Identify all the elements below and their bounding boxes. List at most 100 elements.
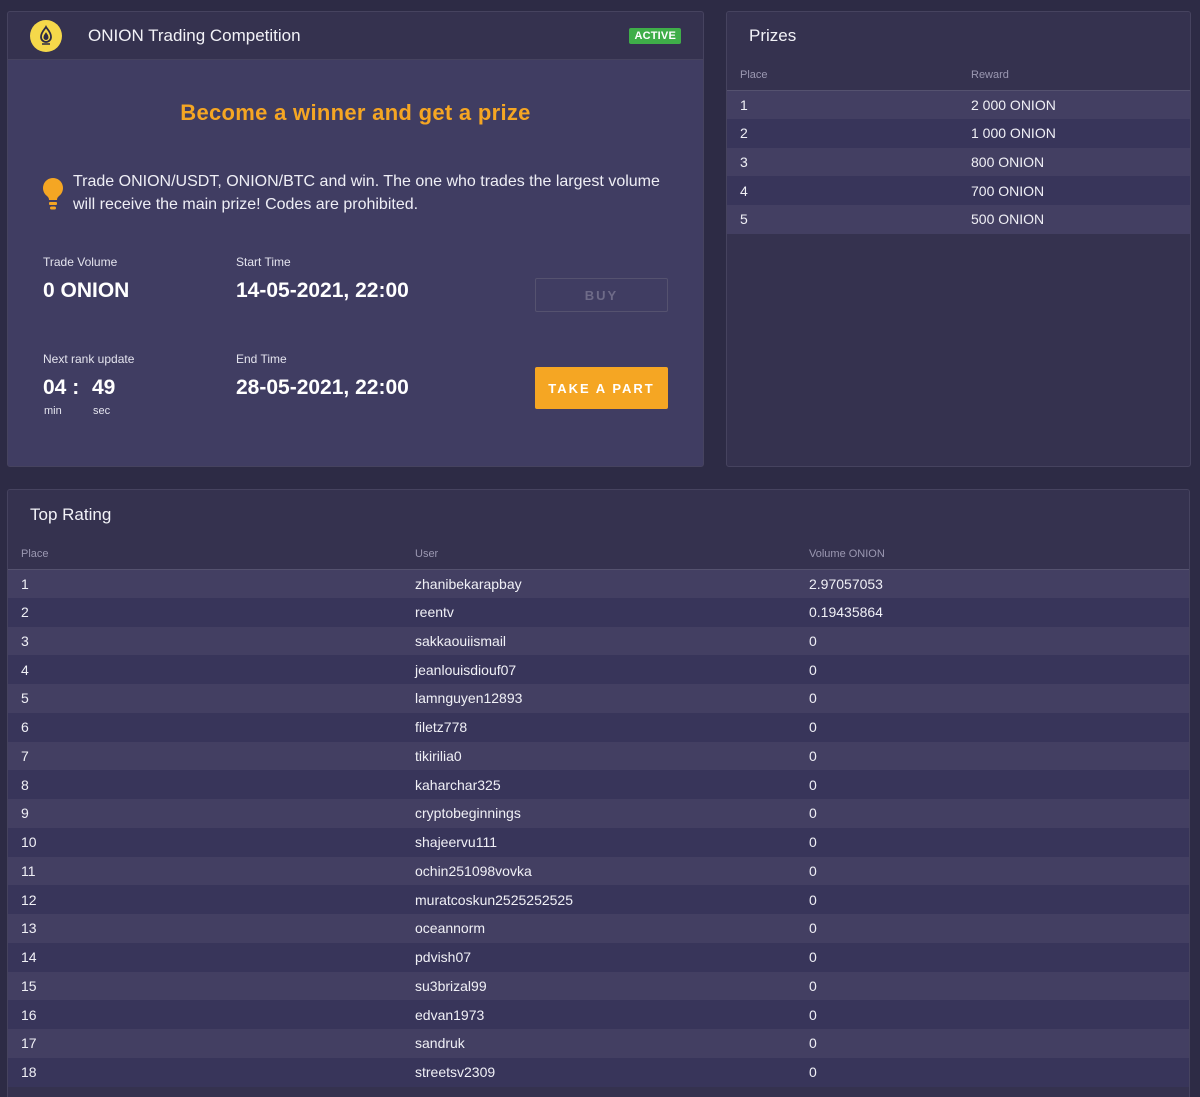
rating-user-cell: lamnguyen12893: [415, 684, 809, 713]
rating-row: 5 lamnguyen12893 0: [8, 684, 1189, 713]
prizes-header-row: Place Reward: [727, 60, 1190, 91]
rating-place-cell: 9: [8, 799, 415, 828]
rating-place-cell: 5: [8, 684, 415, 713]
prizes-panel: Prizes Place Reward 12 000 ONION 2 1 000 O…: [726, 11, 1191, 467]
rating-user-cell: streetsv2309: [415, 1057, 809, 1087]
prizes-table: Place Reward 12 000 ONION 2 1 000 ONION 3 80…: [727, 60, 1190, 234]
rating-user-cell: sakkaouiismail: [415, 626, 809, 656]
prizes-row: 4 700 ONION: [727, 176, 1190, 205]
prizes-col-reward: Reward: [971, 60, 1190, 91]
rating-user-cell: shajeervu111: [415, 827, 809, 857]
rating-user-cell: oceannorm: [415, 914, 809, 943]
rating-user-cell: filetz778: [415, 712, 809, 742]
competition-panel: ONION Trading Competition ACTIVE Become …: [7, 11, 704, 467]
rating-row: 13 oceannorm 0: [8, 914, 1189, 943]
rating-volume-cell: 0: [809, 1029, 1189, 1058]
start-time-label: Start Time: [236, 255, 291, 269]
take-part-button[interactable]: TAKE A PART: [535, 367, 668, 409]
headline: Become a winner and get a prize: [180, 100, 531, 125]
buy-button[interactable]: BUY: [535, 278, 668, 312]
rating-volume-cell: 0: [809, 799, 1189, 828]
rating-volume-cell: 0: [809, 942, 1189, 972]
rating-row: 18 streetsv2309 0: [8, 1057, 1189, 1087]
prizes-reward-cell: 2 000 ONION: [971, 90, 1190, 119]
seconds-unit: sec: [93, 405, 111, 417]
status-badge: ACTIVE: [629, 27, 681, 44]
prizes-title: Prizes: [749, 26, 797, 45]
rating-place-cell: 17: [8, 1029, 415, 1058]
rating-header-row: Place User Volume ONION: [8, 539, 1189, 570]
rating-row: 12 muratcoskun2525252525 0: [8, 885, 1189, 914]
prizes-place-cell: 4: [727, 176, 971, 205]
prizes-row: 5 500 ONION: [727, 205, 1190, 234]
prizes-place-cell: 1: [727, 90, 971, 119]
rating-volume-cell: 0: [809, 770, 1189, 799]
next-rank-label: Next rank update: [43, 352, 135, 366]
rating-row: 16 edvan1973 0: [8, 1000, 1189, 1029]
rating-user-cell: cryptobeginnings: [415, 799, 809, 828]
trade-volume-value: 0 ONION: [43, 279, 130, 302]
rating-place-cell: 2: [8, 597, 415, 627]
rating-volume-cell: 0: [809, 741, 1189, 771]
prizes-place-cell: 3: [727, 147, 971, 177]
trade-volume-label: Trade Volume: [43, 255, 118, 269]
rating-user-cell: zhanibekarapbay: [415, 569, 809, 598]
onion-logo-icon: [30, 19, 62, 52]
prizes-row: 21 000 ONION: [727, 118, 1190, 148]
rating-row: 9 cryptobeginnings 0: [8, 799, 1189, 828]
rating-row: 2 reentv 0.19435864: [8, 597, 1189, 627]
rating-volume-cell: 0: [809, 856, 1189, 886]
competition-title: ONION Trading Competition: [88, 25, 301, 45]
rating-place-cell: 14: [8, 942, 415, 972]
rating-user-cell: reentv: [415, 597, 809, 627]
rating-row: 11 ochin251098vovka 0: [8, 856, 1189, 886]
rating-volume-cell: 0: [809, 1000, 1189, 1029]
countdown-seconds: 49: [92, 376, 116, 399]
prizes-place-cell: 5: [727, 205, 971, 234]
rating-volume-cell: 0: [809, 1057, 1189, 1087]
countdown-minutes: 04 :: [43, 376, 80, 399]
rating-row: 10 shajeervu111 0: [8, 827, 1189, 857]
rating-place-cell: 3: [8, 626, 415, 656]
rating-volume-cell: 0: [809, 885, 1189, 914]
rating-place-cell: 10: [8, 827, 415, 857]
rating-col-user: User: [415, 539, 809, 570]
rating-place-cell: 12: [8, 885, 415, 914]
prizes-place-cell: 2: [727, 118, 971, 148]
rating-row: 8 kaharchar325 0: [8, 770, 1189, 799]
rating-volume-cell: 0: [809, 827, 1189, 857]
rating-volume-cell: 0: [809, 712, 1189, 742]
rating-user-cell: ochin251098vovka: [415, 856, 809, 886]
rating-volume-cell: 0: [809, 626, 1189, 656]
minutes-unit: min: [44, 405, 62, 417]
rating-volume-cell: 2.97057053: [809, 569, 1189, 598]
rating-place-cell: 7: [8, 741, 415, 771]
prizes-col-place: Place: [727, 60, 971, 91]
rating-place-cell: 13: [8, 914, 415, 943]
rating-user-cell: edvan1973: [415, 1000, 809, 1029]
rating-col-place: Place: [8, 539, 415, 570]
rating-user-cell: tikirilia0: [415, 741, 809, 771]
competition-description: Trade ONION/USDT, ONION/BTC and win. The…: [73, 173, 660, 213]
rating-place-cell: 4: [8, 655, 415, 684]
rating-row: 15 su3brizal99 0: [8, 971, 1189, 1001]
rating-place-cell: 6: [8, 712, 415, 742]
rating-user-cell: pdvish07: [415, 942, 809, 972]
rating-volume-cell: 0.19435864: [809, 597, 1189, 627]
rating-row: 6 filetz778 0: [8, 712, 1189, 742]
end-time-value: 28-05-2021, 22:00: [236, 376, 409, 399]
rating-place-cell: 18: [8, 1057, 415, 1087]
rating-user-cell: kaharchar325: [415, 770, 809, 799]
lightbulb-icon: [43, 178, 63, 210]
rating-row: 7 tikirilia0 0: [8, 741, 1189, 771]
rating-place-cell: 1: [8, 569, 415, 598]
rating-volume-cell: 0: [809, 655, 1189, 684]
end-time-label: End Time: [236, 352, 287, 366]
rating-user-cell: su3brizal99: [415, 971, 809, 1001]
rating-place-cell: 8: [8, 770, 415, 799]
rating-row: 17 sandruk 0: [8, 1029, 1189, 1058]
rating-user-cell: jeanlouisdiouf07: [415, 655, 809, 684]
rating-row: 3 sakkaouiismail 0: [8, 626, 1189, 656]
rating-volume-cell: 0: [809, 971, 1189, 1001]
prizes-reward-cell: 800 ONION: [971, 147, 1190, 177]
